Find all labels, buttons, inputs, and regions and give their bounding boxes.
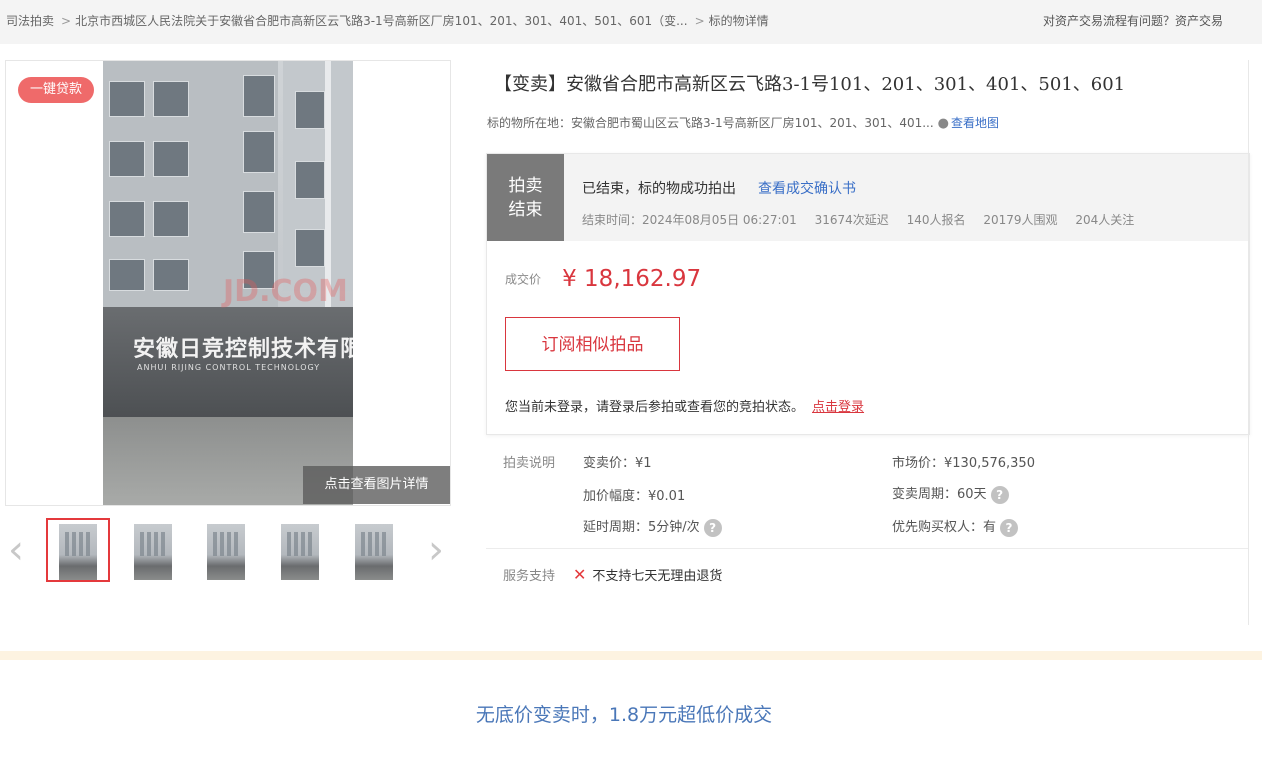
company-sign: 安徽日竞控制技术有限公司 ANHUI RIJING CONTROL TECHNO…: [103, 307, 353, 417]
delay-period-text: 延时周期：5分钟/次: [583, 520, 700, 535]
auction-info-label: 拍卖说明: [503, 456, 556, 471]
no-return-icon: ✕: [573, 565, 587, 584]
subscribe-similar-button[interactable]: 订阅相似拍品: [505, 317, 680, 371]
market-price: 市场价：¥130,576,350: [892, 456, 1035, 471]
status-stats-row: 结束时间：2024年08月05日 06:27:01 31674次延迟 140人报…: [582, 211, 1148, 228]
prev-arrow-icon[interactable]: ‹: [2, 530, 30, 574]
item-location: 标的物所在地：安徽合肥市蜀山区云飞路3-1号高新区厂房101、201、301、4…: [487, 114, 999, 131]
login-tip-text: 您当前未登录，请登录后参拍或查看您的竞拍状态。: [505, 400, 805, 415]
start-price: 变卖价：¥1: [583, 456, 652, 471]
watcher-count: 20179人围观: [983, 213, 1058, 227]
thumbnail-1[interactable]: [46, 518, 110, 582]
view-map-link[interactable]: 查看地图: [951, 116, 999, 130]
view-image-detail-button[interactable]: 点击查看图片详情: [303, 466, 450, 504]
auction-status-panel: 拍卖 结束 已结束，标的物成功拍出 查看成交确认书 结束时间：2024年08月05…: [486, 153, 1250, 435]
status-header: 拍卖 结束 已结束，标的物成功拍出 查看成交确认书 结束时间：2024年08月05…: [487, 154, 1249, 241]
caption: 无底价变卖时，1.8万元超低价成交: [475, 704, 773, 726]
service-support: 服务支持 ✕ 不支持七天无理由退货: [503, 565, 722, 584]
tag-line-2: 结束: [508, 200, 543, 220]
breadcrumb: 司法拍卖 > 北京市西城区人民法院关于安徽省合肥市高新区云飞路3-1号高新区厂房10…: [6, 0, 773, 42]
signup-count: 140人报名: [906, 213, 966, 227]
login-tip: 您当前未登录，请登录后参拍或查看您的竞拍状态。 点击登录: [505, 396, 864, 415]
follower-count: 204人关注: [1075, 213, 1135, 227]
location-label: 标的物所在地：安徽合肥市蜀山区云飞路3-1号高新区厂房101、201、301、4…: [487, 116, 934, 130]
deal-price-label: 成交价: [505, 272, 542, 287]
item-title: 【变卖】安徽省合肥市高新区云飞路3-1号101、201、301、401、501、…: [494, 74, 1126, 95]
panel-edge: [1248, 60, 1249, 625]
watermark: JD.COM 京东: [223, 274, 353, 309]
tag-line-1: 拍卖: [508, 176, 543, 196]
service-label: 服务支持: [503, 569, 556, 584]
breadcrumb-bar: 司法拍卖 > 北京市西城区人民法院关于安徽省合肥市高新区云飞路3-1号高新区厂房10…: [0, 0, 1262, 44]
breadcrumb-separator: >: [61, 14, 72, 28]
notice-strip: [0, 651, 1262, 660]
thumbnail-strip: ‹ ›: [0, 518, 460, 588]
help-circle-icon[interactable]: ?: [990, 485, 1009, 504]
divider: [486, 548, 1248, 549]
help-circle-icon[interactable]: ?: [1000, 518, 1019, 537]
main-image-viewer[interactable]: 安徽日竞控制技术有限公司 ANHUI RIJING CONTROL TECHNO…: [5, 60, 451, 506]
auction-ended-tag: 拍卖 结束: [487, 154, 564, 241]
next-arrow-icon[interactable]: ›: [422, 530, 450, 574]
help-link[interactable]: 对资产交易流程有问题？资产交易: [1043, 0, 1223, 42]
deal-price-value: ¥ 18,162.97: [562, 266, 702, 292]
one-click-loan-badge[interactable]: 一键贷款: [18, 77, 95, 103]
thumbnail-3[interactable]: [194, 518, 258, 582]
thumbnail-5[interactable]: [342, 518, 406, 582]
delay-period: 延时周期：5分钟/次?: [583, 516, 722, 537]
sign-text: 安徽日竞控制技术有限公司: [133, 337, 353, 362]
service-text: 不支持七天无理由退货: [592, 569, 723, 584]
breadcrumb-item-announcement[interactable]: 北京市西城区人民法院关于安徽省合肥市高新区云飞路3-1号高新区厂房101、201…: [75, 14, 687, 28]
status-message-row: 已结束，标的物成功拍出 查看成交确认书: [582, 178, 856, 198]
map-pin-icon: ●: [937, 116, 950, 131]
login-link[interactable]: 点击登录: [812, 400, 864, 415]
priority-buyer-text: 优先购买权人：有: [892, 520, 997, 535]
deal-price-row: 成交价 ¥ 18,162.97: [505, 266, 701, 292]
end-time: 结束时间：2024年08月05日 06:27:01: [582, 213, 797, 227]
status-message: 已结束，标的物成功拍出: [582, 181, 736, 197]
bid-increment: 加价幅度：¥0.01: [583, 489, 686, 504]
thumbnail-2[interactable]: [121, 518, 185, 582]
help-circle-icon[interactable]: ?: [703, 518, 722, 537]
priority-buyer: 优先购买权人：有?: [892, 516, 1019, 537]
thumbnail-4[interactable]: [268, 518, 332, 582]
breadcrumb-item-detail: 标的物详情: [708, 14, 769, 28]
breadcrumb-item-judicial-auction[interactable]: 司法拍卖: [6, 14, 54, 28]
delay-count: 31674次延迟: [814, 213, 889, 227]
sale-period-text: 变卖周期：60天: [892, 487, 987, 502]
sign-subtext: ANHUI RIJING CONTROL TECHNOLOGY: [137, 363, 321, 372]
breadcrumb-separator: >: [694, 14, 705, 28]
sale-period: 变卖周期：60天?: [892, 483, 1009, 504]
property-photo: 安徽日竞控制技术有限公司 ANHUI RIJING CONTROL TECHNO…: [103, 61, 353, 505]
view-confirmation-link[interactable]: 查看成交确认书: [758, 181, 856, 197]
